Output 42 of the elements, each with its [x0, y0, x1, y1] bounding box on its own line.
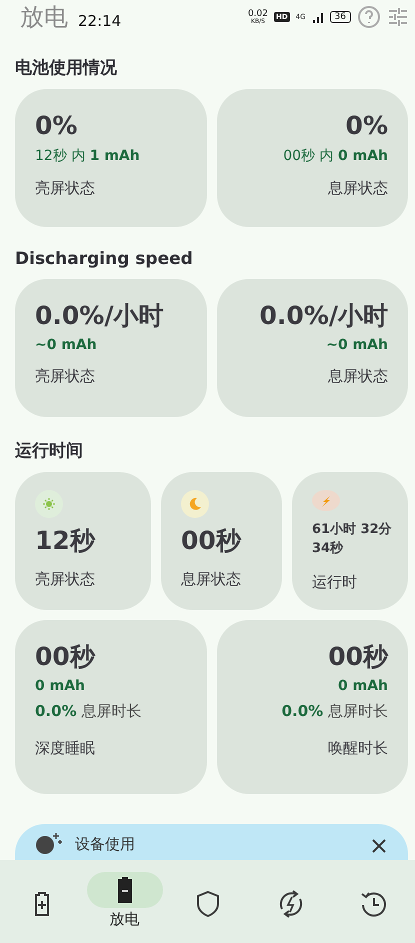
sun-icon	[35, 490, 63, 518]
stat-label: 运行时	[312, 573, 358, 592]
stat-value: 0.0%/小时	[260, 301, 388, 331]
banner-title: 设备使用	[75, 834, 136, 854]
device-usage-banner[interactable]: 设备使用	[15, 824, 408, 860]
stat-value: 0%	[35, 111, 78, 141]
stat-label: 息屏状态	[181, 570, 242, 589]
stat-detail: 00秒 内 0 mAh	[283, 147, 388, 165]
stat-label: 亮屏状态	[35, 570, 96, 589]
close-icon[interactable]	[372, 839, 386, 853]
stat-value: 0.0%/小时	[35, 301, 164, 331]
section-title: 运行时间	[15, 440, 84, 463]
section-title: 电池使用情况	[15, 57, 118, 80]
stat-label: 亮屏状态	[35, 367, 96, 386]
battery-plus-icon	[34, 892, 48, 916]
stat-label: 息屏状态	[328, 367, 388, 386]
status-time: 22:14	[78, 12, 122, 30]
stat-label: 深度睡眠	[35, 739, 96, 758]
stat-value: 00秒	[35, 642, 96, 672]
stat-detail: ~0 mAh	[35, 337, 98, 353]
stat-value: 00秒	[181, 526, 242, 556]
bolt-icon	[312, 490, 340, 512]
moon-icon	[181, 490, 209, 518]
stat-percent: 0.0% 息屏时长	[35, 702, 142, 721]
battery-icon	[118, 877, 132, 903]
stat-detail: ~0 mAh	[326, 337, 388, 353]
shield-icon	[196, 890, 220, 918]
stat-value: 00秒	[328, 642, 388, 672]
stat-detail: 0 mAh	[338, 678, 388, 694]
stat-detail: 0 mAh	[35, 678, 86, 694]
stat-detail: 12秒 内 1 mAh	[35, 147, 141, 165]
stat-value: 12秒	[35, 526, 96, 556]
stat-value: 0%	[346, 111, 388, 141]
stat-value: 61小时 32分 34秒	[312, 521, 392, 558]
section-title: Discharging speed	[15, 248, 194, 271]
battery-level: 36	[330, 11, 351, 23]
signal-icon	[312, 11, 324, 23]
stat-label: 息屏状态	[328, 179, 388, 198]
stat-label: 唤醒时长	[328, 739, 388, 758]
stat-percent: 0.0% 息屏时长	[282, 702, 388, 721]
app-title: 放电	[20, 2, 68, 33]
stat-label: 亮屏状态	[35, 179, 96, 198]
